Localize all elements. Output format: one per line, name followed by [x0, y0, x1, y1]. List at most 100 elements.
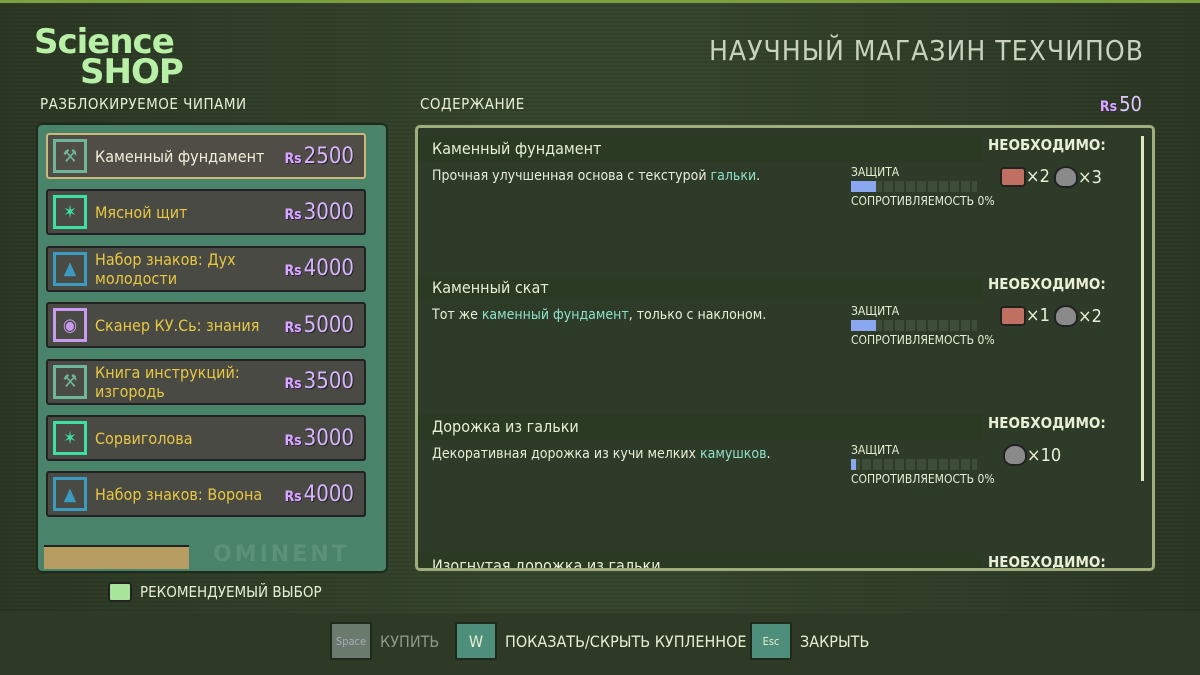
page-title: НАУЧНЫЙ МАГАЗИН ТЕХЧИПОВ — [708, 34, 1144, 67]
price-value: 2500 — [303, 143, 354, 169]
stone-count: ×3 — [1078, 167, 1102, 188]
stone-count: ×2 — [1078, 306, 1102, 327]
scrollbar[interactable] — [1141, 136, 1144, 481]
stone-icon — [1054, 305, 1078, 327]
brick-icon — [1000, 167, 1026, 187]
chip-connector — [44, 545, 189, 569]
content-entry: Каменный скат НЕОБХОДИМО: Тот же каменный… — [418, 271, 1138, 401]
item-price: Rs5000 — [284, 313, 354, 338]
resistance-label: СОПРОТИВЛЯЕМОСТЬ — [851, 472, 975, 486]
stats: ЗАЩИТА СОПРОТИВЛЯЕМОСТЬ 0% — [851, 443, 995, 486]
brick-requirement: ×2 — [1000, 166, 1050, 187]
entry-title: Каменный фундамент — [418, 136, 983, 162]
price-value: 3000 — [303, 199, 354, 225]
item-name: Каменный фундамент — [95, 146, 265, 166]
scanner-icon: ◉ — [53, 308, 87, 343]
w-key-icon: W — [455, 622, 497, 660]
content-entry: Дорожка из гальки НЕОБХОДИМО: Декоративна… — [418, 410, 1138, 540]
item-price: Rs2500 — [284, 144, 354, 169]
content-entry: Изогнутая дорожка из гальки НЕОБХОДИМО: — [418, 549, 1138, 568]
resistance-value: 0% — [977, 333, 995, 347]
stone-count: ×10 — [1027, 445, 1062, 466]
item-name: Мясной щит — [95, 202, 188, 222]
protection-bar — [851, 459, 977, 470]
resistance-label: СОПРОТИВЛЯЕМОСТЬ — [851, 194, 975, 208]
resistance-value: 0% — [977, 472, 995, 486]
protection-label: ЗАЩИТА — [851, 165, 900, 179]
close-label: ЗАКРЫТЬ — [800, 631, 870, 651]
shop-item[interactable]: ▲ Набор знаков: Ворона Rs4000 — [46, 471, 366, 518]
desc-text: . — [756, 168, 761, 184]
unlock-list: ⚒ Каменный фундамент Rs2500 ✶ Мясной щит… — [36, 123, 388, 573]
buy-button[interactable]: Space КУПИТЬ — [330, 622, 439, 660]
item-price: Rs4000 — [284, 256, 354, 281]
resistance-row: СОПРОТИВЛЯЕМОСТЬ 0% — [851, 472, 995, 486]
currency-icon: Rs — [284, 376, 302, 393]
brick-count: ×1 — [1026, 305, 1050, 326]
stone-icon — [1054, 166, 1078, 188]
brick-count: ×2 — [1026, 166, 1050, 187]
item-name: Набор знаков: Ворона — [95, 484, 263, 504]
resistance-row: СОПРОТИВЛЯЕМОСТЬ 0% — [851, 333, 995, 347]
currency-icon: Rs — [284, 150, 302, 167]
required-label: НЕОБХОДИМО: — [988, 414, 1106, 432]
currency-icon: Rs — [284, 319, 302, 336]
stats: ЗАЩИТА СОПРОТИВЛЯЕМОСТЬ 0% — [851, 165, 995, 208]
required-label: НЕОБХОДИМО: — [988, 136, 1106, 154]
resistance-value: 0% — [977, 194, 995, 208]
price-value: 3000 — [303, 425, 354, 451]
item-price: Rs3000 — [284, 200, 354, 225]
stone-icon — [1003, 444, 1027, 466]
anvil-icon: ⚒ — [53, 364, 87, 399]
shop-item[interactable]: ⚒ Книга инструкций: изгородь Rs3500 — [46, 358, 366, 405]
picture-icon: ▲ — [53, 251, 87, 286]
currency-icon: Rs — [1099, 99, 1118, 115]
contents-label: СОДЕРЖАНИЕ — [420, 95, 525, 113]
science-shop-logo: Science SHOP — [32, 20, 202, 92]
buy-label: КУПИТЬ — [380, 631, 440, 651]
entry-title: Изогнутая дорожка из гальки — [418, 553, 983, 568]
shop-item[interactable]: ✶ Сорвиголова Rs3000 — [46, 415, 366, 461]
entry-description: Тот же каменный фундамент, только с накл… — [432, 307, 766, 323]
entry-description: Декоративная дорожка из кучи мелких каму… — [432, 446, 771, 462]
toggle-label: ПОКАЗАТЬ/СКРЫТЬ КУПЛЕННОЕ — [505, 631, 747, 651]
stats: ЗАЩИТА СОПРОТИВЛЯЕМОСТЬ 0% — [851, 304, 995, 347]
recommended-legend: РЕКОМЕНДУЕМЫЙ ВЫБОР — [108, 582, 322, 602]
desc-highlight: гальки — [710, 168, 757, 184]
shop-item[interactable]: ✶ Мясной щит Rs3000 — [46, 189, 366, 236]
space-key-icon: Space — [330, 622, 372, 660]
shop-item[interactable]: ◉ Сканер КУ.Сь: знания Rs5000 — [46, 302, 366, 349]
item-name: Книга инструкций: изгородь — [95, 362, 240, 401]
running-man-icon: ✶ — [53, 195, 87, 230]
required-label: НЕОБХОДИМО: — [988, 275, 1106, 293]
running-man-icon: ✶ — [53, 421, 87, 455]
currency-icon: Rs — [284, 263, 302, 280]
protection-label: ЗАЩИТА — [851, 304, 900, 318]
logo-line2: SHOP — [80, 52, 184, 92]
brick-icon — [1000, 306, 1026, 326]
item-name: Сорвиголова — [95, 428, 193, 448]
currency-icon: Rs — [284, 488, 302, 505]
footer-bar: Space КУПИТЬ W ПОКАЗАТЬ/СКРЫТЬ КУПЛЕННОЕ… — [0, 613, 1200, 675]
item-price: Rs3500 — [284, 369, 354, 394]
desc-text: . — [766, 446, 771, 462]
close-button[interactable]: Esc ЗАКРЫТЬ — [750, 622, 869, 660]
brand-label: OMINENT — [213, 542, 350, 567]
currency-icon: Rs — [284, 432, 302, 449]
stone-requirement: ×3 — [1054, 166, 1102, 188]
contents-panel[interactable]: Каменный фундамент НЕОБХОДИМО: Прочная ул… — [415, 125, 1155, 571]
protection-label: ЗАЩИТА — [851, 443, 900, 457]
balance-value: 50 — [1119, 92, 1142, 116]
shop-item[interactable]: ▲ Набор знаков: Дух молодости Rs4000 — [46, 245, 366, 292]
brick-requirement: ×1 — [1000, 305, 1050, 326]
item-name: Набор знаков: Дух молодости — [95, 249, 236, 288]
toggle-purchased-button[interactable]: W ПОКАЗАТЬ/СКРЫТЬ КУПЛЕННОЕ — [455, 622, 747, 660]
item-price: Rs3000 — [284, 426, 354, 451]
item-name: Сканер КУ.Сь: знания — [95, 315, 260, 335]
price-value: 3500 — [303, 369, 354, 395]
shop-item[interactable]: ⚒ Каменный фундамент Rs2500 — [46, 133, 366, 179]
picture-icon: ▲ — [53, 477, 87, 512]
price-value: 5000 — [303, 312, 354, 338]
recommended-label: РЕКОМЕНДУЕМЫЙ ВЫБОР — [140, 583, 322, 601]
content-entry: Каменный фундамент НЕОБХОДИМО: Прочная ул… — [418, 132, 1138, 262]
